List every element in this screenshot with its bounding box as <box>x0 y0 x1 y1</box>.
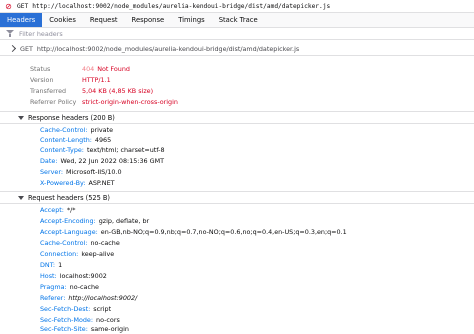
response-header-row[interactable]: X-Powered-By: ASP.NET <box>40 178 115 188</box>
tab-timings[interactable]: Timings <box>171 13 212 27</box>
request-url: http://localhost:9002/node_modules/aurel… <box>32 2 331 10</box>
version-row: Version HTTP/1.1 <box>30 75 111 85</box>
request-header-row[interactable]: Host: localhost:9002 <box>40 271 107 281</box>
request-headers-section[interactable]: Request headers (525 B) <box>0 191 474 203</box>
summary-method: GET <box>20 44 33 53</box>
response-header-row[interactable]: Content-Type: text/html; charset=utf-8 <box>40 145 165 155</box>
request-method: GET <box>17 2 29 10</box>
request-header-row[interactable]: Referer: http://localhost:9002/ <box>40 293 137 303</box>
request-header-row[interactable]: Accept-Encoding: gzip, deflate, br <box>40 216 149 226</box>
transferred-value: 5,04 KB (4,85 KB size) <box>82 87 154 95</box>
response-header-row[interactable]: Cache-Control: private <box>40 125 113 135</box>
referrer-label: Referrer Policy <box>30 98 77 106</box>
status-text: Not Found <box>97 65 130 73</box>
version-label: Version <box>30 76 54 84</box>
response-headers-title: Response headers (200 B) <box>28 113 115 122</box>
filter-bar <box>0 28 474 40</box>
request-header-row[interactable]: Sec-Fetch-Site: same-origin <box>40 324 129 334</box>
request-headers-title: Request headers (525 B) <box>28 193 110 202</box>
tab-stack-trace[interactable]: Stack Trace <box>212 13 265 27</box>
caret-down-icon <box>18 195 24 200</box>
version-value: HTTP/1.1 <box>82 76 111 84</box>
referrer-row: Referrer Policy strict-origin-when-cross… <box>30 97 178 107</box>
request-summary-toggle[interactable]: GET http://localhost:9002/node_modules/a… <box>0 42 474 56</box>
request-bar[interactable]: ⊘ GET http://localhost:9002/node_modules… <box>0 0 474 12</box>
request-header-row[interactable]: Pragma: no-cache <box>40 282 99 292</box>
summary-url: http://localhost:9002/node_modules/aurel… <box>36 44 300 53</box>
response-headers-section[interactable]: Response headers (200 B) <box>0 111 474 123</box>
error-circle-icon: ⊘ <box>5 1 12 11</box>
tab-cookies[interactable]: Cookies <box>42 13 83 27</box>
chevron-right-icon <box>8 44 17 53</box>
status-code: 404 <box>82 65 95 73</box>
request-header-row[interactable]: Cache-Control: no-cache <box>40 238 120 248</box>
transferred-label: Transferred <box>30 87 67 95</box>
tab-headers[interactable]: Headers <box>0 13 43 27</box>
divider <box>0 123 474 124</box>
divider <box>0 203 474 204</box>
request-header-row[interactable]: DNT: 1 <box>40 260 62 270</box>
request-header-row[interactable]: Accept-Language: en-GB,nb-NO;q=0.9,nb;q=0… <box>40 227 347 237</box>
filter-icon <box>6 30 14 37</box>
status-row: Status 404 Not Found <box>30 64 130 74</box>
referrer-value: strict-origin-when-cross-origin <box>82 98 178 106</box>
tab-request[interactable]: Request <box>83 13 125 27</box>
response-header-row[interactable]: Server: Microsoft-IIS/10.0 <box>40 167 122 177</box>
request-header-row[interactable]: Sec-Fetch-Dest: script <box>40 304 111 314</box>
filter-headers-input[interactable] <box>19 29 319 38</box>
request-header-row[interactable]: Accept: */* <box>40 205 75 215</box>
tab-response[interactable]: Response <box>125 13 172 27</box>
status-label: Status <box>30 65 51 73</box>
request-header-row[interactable]: Connection: keep-alive <box>40 249 114 259</box>
transferred-row: Transferred 5,04 KB (4,85 KB size) <box>30 86 153 96</box>
caret-down-icon <box>18 115 24 120</box>
response-header-row[interactable]: Date: Wed, 22 Jun 2022 08:15:36 GMT <box>40 156 164 166</box>
tab-bar: Headers Cookies Request Response Timings… <box>0 12 474 28</box>
response-header-row[interactable]: Content-Length: 4965 <box>40 135 111 145</box>
